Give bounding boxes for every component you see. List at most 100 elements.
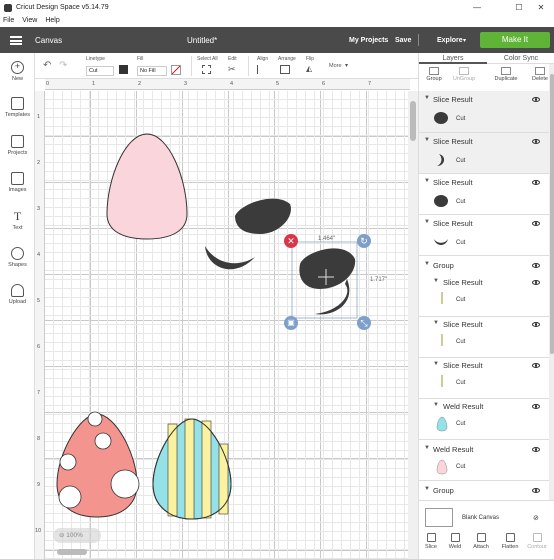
nav-templates[interactable]: Templates — [0, 97, 35, 118]
layer-group-row[interactable]: ▼ Group — [419, 480, 549, 500]
resize-handle-icon[interactable]: ⤡ — [357, 316, 371, 330]
lock-handle-icon[interactable]: ▣ — [284, 316, 298, 330]
scissors-icon[interactable]: ✂ — [228, 64, 236, 75]
align-icon[interactable] — [257, 65, 267, 74]
arrange-label[interactable]: Arrange — [278, 56, 296, 62]
weld-icon — [450, 533, 460, 542]
eye-icon[interactable] — [532, 447, 540, 452]
make-it-button[interactable]: Make It — [480, 32, 550, 48]
eye-hidden-icon[interactable]: ⊘ — [533, 514, 539, 522]
vertical-scrollbar[interactable] — [408, 91, 418, 559]
eye-icon[interactable] — [532, 363, 540, 368]
collapse-caret-icon[interactable]: ▼ — [433, 278, 439, 284]
nav-images[interactable]: Images — [0, 172, 35, 193]
arrange-icon[interactable] — [280, 65, 290, 74]
eye-icon[interactable] — [532, 322, 540, 327]
layer-row[interactable]: ▼ Slice Result Cut — [419, 91, 549, 132]
layer-row[interactable]: ▼ Slice Result Cut — [419, 132, 549, 173]
layer-title: Slice Result — [433, 178, 473, 187]
collapse-caret-icon[interactable]: ▼ — [433, 402, 439, 408]
layers-scroll-thumb[interactable] — [550, 74, 554, 354]
hamburger-menu-icon[interactable] — [10, 36, 22, 45]
ungroup-action[interactable]: UnGroup — [449, 67, 479, 82]
horizontal-scroll-thumb[interactable] — [57, 549, 87, 555]
collapse-caret-icon[interactable]: ▼ — [424, 261, 430, 267]
collapse-caret-icon[interactable]: ▼ — [433, 361, 439, 367]
layer-row[interactable]: ▼ Slice Result Cut — [419, 173, 549, 214]
duplicate-action[interactable]: Duplicate — [491, 67, 521, 82]
eye-icon[interactable] — [532, 97, 540, 102]
layer-row[interactable]: ▼ Slice Result Cut — [419, 316, 549, 357]
align-label[interactable]: Align — [257, 56, 268, 62]
flip-icon[interactable]: ◭ — [306, 64, 312, 73]
toolbar-divider — [248, 56, 249, 76]
nav-projects[interactable]: Projects — [0, 135, 35, 156]
dark-crescent-shape[interactable] — [205, 246, 255, 270]
blank-canvas-swatch[interactable] — [425, 508, 453, 527]
nav-shapes[interactable]: Shapes — [0, 247, 35, 268]
minimize-button[interactable]: — — [466, 0, 488, 15]
close-window-button[interactable]: ✕ — [530, 0, 552, 15]
menu-file[interactable]: File — [3, 17, 14, 24]
slice-action[interactable]: Slice — [419, 533, 443, 550]
collapse-caret-icon[interactable]: ▼ — [433, 320, 439, 326]
my-projects-link[interactable]: My Projects — [349, 37, 388, 44]
delete-handle-icon[interactable]: ✕ — [284, 234, 298, 248]
collapse-caret-icon[interactable]: ▼ — [424, 486, 430, 492]
collapse-caret-icon[interactable]: ▼ — [424, 137, 430, 143]
maximize-button[interactable]: ☐ — [508, 0, 530, 15]
weld-action[interactable]: Weld — [443, 533, 467, 550]
tab-layers[interactable]: Layers — [419, 53, 487, 64]
rotate-handle-icon[interactable]: ↻ — [357, 234, 371, 248]
nav-text[interactable]: T Text — [0, 210, 35, 231]
layer-row[interactable]: ▼ Weld Result Cut — [419, 439, 549, 480]
project-title[interactable]: Untitled* — [187, 36, 217, 45]
more-button[interactable]: More — [329, 63, 342, 69]
eye-icon[interactable] — [532, 180, 540, 185]
layer-row[interactable]: ▼ Slice Result Cut — [419, 214, 549, 255]
menu-view[interactable]: View — [22, 17, 37, 24]
layers-scrollbar[interactable] — [549, 64, 554, 504]
eye-icon[interactable] — [532, 280, 540, 285]
select-all-label[interactable]: Select All — [197, 56, 218, 62]
linetype-color-swatch[interactable] — [119, 65, 128, 74]
collapse-caret-icon[interactable]: ▼ — [424, 95, 430, 101]
attach-action[interactable]: Attach — [469, 533, 493, 550]
fill-select[interactable]: No Fill — [137, 66, 167, 76]
nav-upload[interactable]: Upload — [0, 284, 35, 305]
eye-icon[interactable] — [532, 488, 540, 493]
layer-row[interactable]: ▼ Weld Result Cut — [419, 398, 549, 439]
layer-group-row[interactable]: ▼ Group — [419, 255, 549, 275]
nav-new[interactable]: + New — [0, 61, 35, 82]
layer-op: Cut — [456, 421, 466, 427]
eye-icon[interactable] — [532, 221, 540, 226]
eye-icon[interactable] — [532, 404, 540, 409]
tab-color-sync[interactable]: Color Sync — [487, 53, 554, 64]
edit-label[interactable]: Edit — [228, 56, 237, 62]
zoom-control[interactable]: ⊖ 100% — [53, 528, 101, 543]
select-all-icon[interactable] — [202, 65, 211, 74]
layer-row[interactable]: ▼ Slice Result Cut — [419, 357, 549, 398]
flatten-action[interactable]: Flatten — [498, 533, 522, 550]
collapse-caret-icon[interactable]: ▼ — [424, 178, 430, 184]
pink-egg-shape[interactable] — [106, 133, 188, 240]
layer-row[interactable]: ▼ Slice Result Cut — [419, 275, 549, 316]
linetype-select[interactable]: Cut — [86, 66, 114, 76]
layer-title: Weld Result — [433, 445, 474, 454]
redo-icon[interactable]: ↷ — [59, 60, 67, 71]
collapse-caret-icon[interactable]: ▼ — [424, 219, 430, 225]
undo-icon[interactable]: ↶ — [43, 60, 51, 71]
collapse-caret-icon[interactable]: ▼ — [424, 445, 430, 451]
eye-icon[interactable] — [532, 263, 540, 268]
design-canvas[interactable]: 0 1 2 3 4 5 6 7 1 2 3 4 5 6 7 8 9 10 ✕ ↻… — [35, 79, 418, 559]
machine-select[interactable]: Explore — [437, 37, 463, 44]
contour-action[interactable]: Contour — [525, 533, 549, 550]
flip-label[interactable]: Flip — [306, 56, 314, 62]
menu-help[interactable]: Help — [45, 17, 59, 24]
save-button[interactable]: Save — [395, 37, 411, 44]
vertical-scroll-thumb[interactable] — [410, 101, 416, 141]
group-action[interactable]: Group — [419, 67, 449, 82]
dark-oval-shape[interactable] — [235, 198, 291, 234]
eye-icon[interactable] — [532, 139, 540, 144]
no-fill-swatch[interactable] — [171, 65, 181, 75]
